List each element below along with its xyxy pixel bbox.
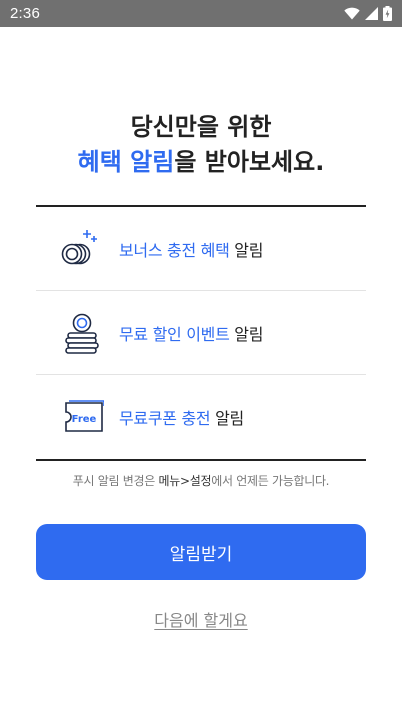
benefit-rest: 알림	[210, 409, 244, 428]
benefit-text: 무료 할인 이벤트 알림	[119, 321, 263, 345]
benefit-accent: 무료 할인 이벤트	[119, 324, 230, 344]
headline: 당신만을 위한 혜택 알림을 받아보세요.	[0, 110, 402, 180]
benefit-list: 보너스 충전 혜택 알림 무료 할인 이벤트 알림 Free 무료쿠폰 충전 알…	[36, 207, 366, 459]
notice-prefix: 푸시 알림 변경은	[72, 474, 159, 488]
notice-settings-path: 메뉴>설정	[158, 474, 212, 488]
status-bar: 2:36	[0, 0, 402, 27]
coupon-free-label: Free	[72, 414, 97, 425]
cell-signal-icon	[365, 7, 378, 20]
notice-suffix: 에서 언제든 가능합니다.	[211, 474, 330, 488]
benefit-item-bonus-charge: 보너스 충전 혜택 알림	[36, 207, 366, 291]
benefit-accent: 무료쿠폰 충전	[119, 409, 211, 428]
wifi-icon	[344, 7, 360, 20]
headline-line-2: 혜택 알림을 받아보세요.	[0, 145, 402, 180]
benefit-text: 보너스 충전 혜택 알림	[119, 237, 263, 261]
status-time: 2:36	[10, 5, 40, 22]
benefit-rest: 알림	[229, 324, 264, 344]
benefit-text: 무료쿠폰 충전 알림	[119, 405, 244, 429]
allow-notifications-button[interactable]: 알림받기	[36, 524, 366, 580]
headline-rest: 을 받아보세요.	[174, 148, 325, 176]
list-bottom-divider	[36, 459, 366, 461]
headline-line-1: 당신만을 위한	[130, 113, 272, 141]
benefit-accent: 보너스 충전 혜택	[119, 240, 230, 260]
maybe-later-link[interactable]: 다음에 할게요	[0, 607, 402, 631]
free-coupon-icon: Free	[60, 395, 104, 439]
coin-stack-icon	[60, 311, 104, 355]
headline-accent: 혜택 알림	[77, 148, 175, 176]
settings-notice: 푸시 알림 변경은 메뉴>설정에서 언제든 가능합니다.	[0, 472, 402, 489]
benefit-item-free-discount: 무료 할인 이벤트 알림	[36, 291, 366, 375]
battery-icon	[383, 6, 392, 21]
benefit-item-free-coupon: Free 무료쿠폰 충전 알림	[36, 375, 366, 459]
coins-sparkle-icon	[60, 227, 104, 271]
benefit-rest: 알림	[229, 240, 264, 260]
status-icons	[344, 6, 392, 21]
